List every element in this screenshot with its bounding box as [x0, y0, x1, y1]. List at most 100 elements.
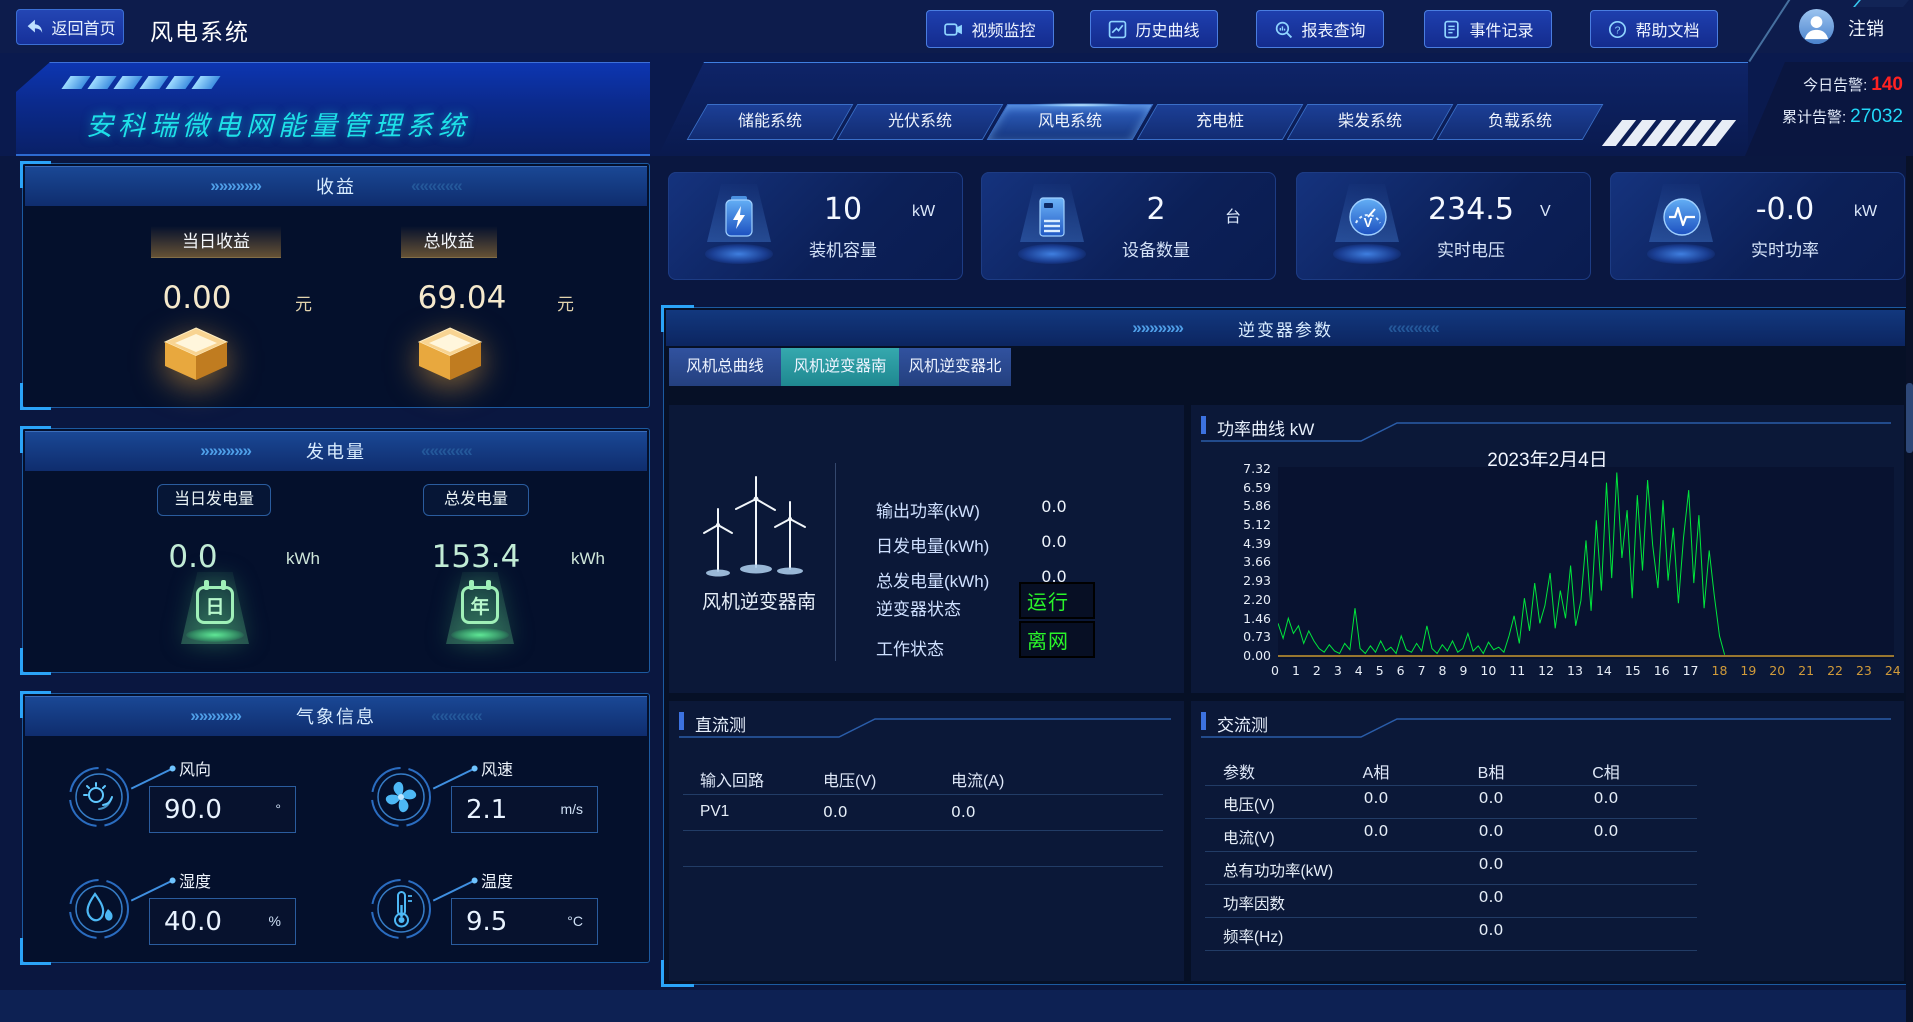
system-tabs: 储能系统 光伏系统 风电系统 充电桩 柴发系统 负载系统	[658, 62, 1748, 156]
video-monitor-button[interactable]: 视频监控	[926, 10, 1054, 48]
ac-col-header: B相	[1436, 759, 1546, 783]
history-curve-button[interactable]: 历史曲线	[1090, 10, 1218, 48]
temperature-metric: 温度 9.5 °C	[369, 872, 669, 982]
ac-cell: 总有功功率(kW)	[1223, 859, 1333, 881]
device-count-unit: 台	[1225, 203, 1241, 227]
chevrons-left-icon	[1388, 318, 1439, 338]
y-tick-label: 2.93	[1219, 573, 1271, 588]
help-icon: ?	[1608, 20, 1627, 39]
today-alarm-label: 今日告警:	[1803, 77, 1867, 94]
y-tick-label: 0.73	[1219, 629, 1271, 644]
wind-direction-metric: 风向 90.0 °	[67, 760, 367, 870]
ac-cell: 0.0	[1551, 789, 1661, 807]
ac-cell: 0.0	[1436, 789, 1546, 807]
day-calendar-icon: 日	[181, 572, 249, 644]
x-tick-label: 7	[1418, 663, 1426, 678]
realtime-voltage-unit: V	[1540, 203, 1551, 221]
tab-load-system[interactable]: 负载系统	[1437, 104, 1604, 140]
daily-energy-value: 0.0	[1014, 532, 1094, 551]
event-log-button[interactable]: 事件记录	[1424, 10, 1552, 48]
topbar-corner-decoration	[1853, 0, 1909, 7]
user-avatar-icon[interactable]	[1798, 8, 1835, 45]
tab-diesel-system[interactable]: 柴发系统	[1287, 104, 1454, 140]
dc-section-header: 直流测	[679, 711, 1174, 741]
tab-wind-system[interactable]: 风电系统	[987, 104, 1154, 140]
ac-cell: 0.0	[1436, 921, 1546, 939]
generation-panel-title: 发电量	[306, 438, 366, 464]
logout-button[interactable]: 注销	[1848, 15, 1884, 41]
scrollbar-thumb[interactable]	[1906, 383, 1913, 453]
chevrons-right-icon	[190, 706, 241, 726]
daily-generation-unit: kWh	[286, 549, 320, 569]
inverter-status-badge: 运行	[1019, 582, 1095, 619]
voltage-gauge-icon: V	[1332, 184, 1402, 270]
x-tick-label: 10	[1480, 663, 1496, 678]
wind-speed-value: 2.1	[466, 795, 507, 825]
hazard-stripes-white-icon	[1612, 120, 1726, 146]
x-tick-label: 24	[1885, 663, 1901, 678]
ac-cell: 0.0	[1551, 822, 1661, 840]
report-query-label: 报表查询	[1301, 17, 1365, 41]
event-log-label: 事件记录	[1469, 17, 1533, 41]
ac-cell: 功率因数	[1223, 892, 1285, 914]
x-tick-label: 22	[1827, 663, 1843, 678]
ac-table-row: 总有功功率(kW) 0.0	[1205, 852, 1697, 885]
ac-table-row: 频率(Hz) 0.0	[1205, 918, 1697, 951]
droplet-icon	[67, 877, 131, 941]
ac-cell: 0.0	[1321, 822, 1431, 840]
wind-speed-label: 风速	[481, 756, 513, 780]
chevrons-left-icon	[421, 441, 472, 461]
total-generation-value: 153.4	[386, 539, 566, 575]
footer-strip	[0, 990, 1913, 1022]
today-alarm-value: 140	[1871, 74, 1903, 95]
total-alarm-label: 累计告警:	[1782, 109, 1846, 126]
y-tick-label: 0.00	[1219, 648, 1271, 663]
x-tick-label: 18	[1712, 663, 1728, 678]
report-search-icon	[1274, 20, 1293, 39]
daily-revenue-label: 当日收益	[151, 226, 281, 258]
dc-col-header: 电压(V)	[823, 767, 876, 791]
wind-speed-unit: m/s	[560, 801, 583, 817]
installed-capacity-value: 10	[784, 192, 902, 227]
tab-wind-inverter-north[interactable]: 风机逆变器北	[899, 348, 1011, 386]
video-monitor-label: 视频监控	[971, 17, 1035, 41]
today-alarm: 今日告警:140	[1803, 74, 1903, 96]
inverter-params-panel: 逆变器参数 风机总曲线 风机逆变器南 风机逆变器北	[663, 307, 1908, 985]
temperature-label: 温度	[481, 868, 513, 892]
report-query-button[interactable]: 报表查询	[1256, 10, 1384, 48]
wind-direction-unit: °	[275, 801, 281, 817]
divider	[835, 463, 836, 661]
section-decor-line	[679, 711, 1174, 741]
x-tick-label: 11	[1509, 663, 1525, 678]
wind-direction-icon	[67, 765, 131, 829]
ac-side-box: 交流测 参数 A相 B相 C相 电压(V) 0.0 0.0 0.0 电流(V) …	[1191, 701, 1904, 981]
event-log-icon	[1442, 20, 1461, 39]
installed-capacity-card: 10 kW 装机容量	[668, 172, 963, 280]
wind-speed-field: 2.1 m/s	[451, 786, 598, 833]
chart-y-axis: 7.326.595.865.124.393.662.932.201.460.73…	[1219, 461, 1271, 663]
tab-charging-pile[interactable]: 充电桩	[1137, 104, 1304, 140]
x-tick-label: 15	[1625, 663, 1641, 678]
section-decor-line	[1201, 415, 1894, 445]
tab-pv-system[interactable]: 光伏系统	[837, 104, 1004, 140]
x-tick-label: 2	[1313, 663, 1321, 678]
x-tick-label: 8	[1439, 663, 1447, 678]
x-tick-label: 14	[1596, 663, 1612, 678]
y-tick-label: 5.86	[1219, 498, 1271, 513]
section-decor-line	[1201, 711, 1894, 741]
tab-wind-inverter-south[interactable]: 风机逆变器南	[781, 348, 899, 386]
tab-wind-total-curve[interactable]: 风机总曲线	[669, 348, 781, 386]
tab-storage-system[interactable]: 储能系统	[687, 104, 854, 140]
power-pulse-icon	[1646, 184, 1716, 270]
tab-label: 充电桩	[1148, 105, 1292, 139]
wind-direction-label: 风向	[179, 756, 211, 780]
back-home-label: 返回首页	[51, 15, 115, 39]
x-tick-label: 1	[1292, 663, 1300, 678]
daily-revenue-value: 0.00	[97, 280, 297, 316]
system-title: 安科瑞微电网能量管理系统	[86, 104, 470, 143]
gold-box-icon	[415, 322, 485, 386]
y-tick-label: 2.20	[1219, 592, 1271, 607]
dc-table-row-empty	[683, 831, 1163, 867]
help-doc-button[interactable]: ? 帮助文档	[1590, 10, 1718, 48]
back-home-button[interactable]: 返回首页	[16, 9, 124, 45]
